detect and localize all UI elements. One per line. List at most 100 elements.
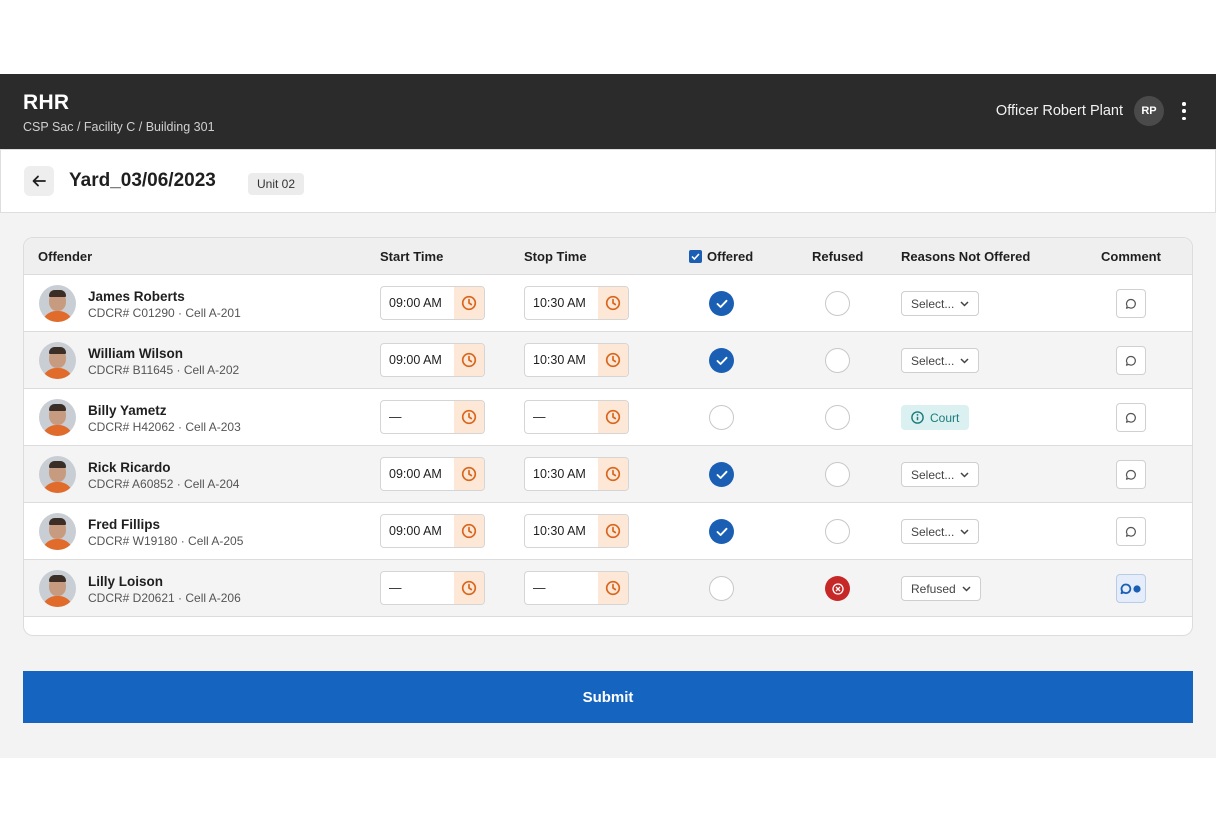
reason-select[interactable]: Refused xyxy=(901,576,981,601)
col-reasons: Reasons Not Offered xyxy=(901,249,1031,264)
clock-icon[interactable] xyxy=(598,344,628,376)
page-title: Yard_03/06/2023 xyxy=(69,170,216,191)
offered-checkbox[interactable] xyxy=(709,405,734,430)
table-row: Rick Ricardo CDCR# A60852 · Cell A-204 0… xyxy=(24,446,1192,503)
offender-photo xyxy=(39,456,76,493)
submit-button[interactable]: Submit xyxy=(23,671,1193,723)
offender-meta: CDCR# A60852 · Cell A-204 xyxy=(88,477,240,491)
reason-select[interactable]: Select... xyxy=(901,519,980,544)
reason-select[interactable]: Select... xyxy=(901,462,980,487)
offender-photo xyxy=(39,399,76,436)
col-offender: Offender xyxy=(38,249,93,264)
start-time-value: — xyxy=(389,410,402,424)
stop-time-value: 10:30 AM xyxy=(533,524,586,538)
reason-label: Refused xyxy=(911,581,956,596)
reason-label: Select... xyxy=(911,353,955,368)
offender-name: Lilly Loison xyxy=(88,574,164,589)
refused-checkbox[interactable] xyxy=(825,405,850,430)
refused-checkbox[interactable] xyxy=(825,291,850,316)
start-time-input[interactable]: 09:00 AM xyxy=(380,457,485,491)
clock-icon[interactable] xyxy=(598,458,628,490)
comment-button[interactable] xyxy=(1116,460,1146,489)
stop-time-input[interactable]: 10:30 AM xyxy=(524,343,629,377)
info-icon xyxy=(911,411,924,424)
avatar[interactable]: RP xyxy=(1134,96,1164,126)
table-row: James Roberts CDCR# C01290 · Cell A-201 … xyxy=(24,275,1192,332)
clock-icon[interactable] xyxy=(598,515,628,547)
clock-icon[interactable] xyxy=(454,458,484,490)
offender-photo xyxy=(39,570,76,607)
stop-time-input[interactable]: 10:30 AM xyxy=(524,286,629,320)
comment-button[interactable] xyxy=(1116,403,1146,432)
start-time-input[interactable]: 09:00 AM xyxy=(380,286,485,320)
refused-checkbox[interactable] xyxy=(825,462,850,487)
start-time-input[interactable]: — xyxy=(380,571,485,605)
refused-checkbox[interactable] xyxy=(825,519,850,544)
comment-button[interactable] xyxy=(1116,574,1146,603)
stop-time-value: — xyxy=(533,410,546,424)
col-start-time: Start Time xyxy=(380,249,444,264)
stop-time-input[interactable]: — xyxy=(524,571,629,605)
offender-name: James Roberts xyxy=(88,289,185,304)
chevron-down-icon xyxy=(962,585,971,592)
clock-icon[interactable] xyxy=(454,572,484,604)
offered-checkbox[interactable] xyxy=(709,519,734,544)
col-comment: Comment xyxy=(1101,249,1161,264)
clock-icon[interactable] xyxy=(454,344,484,376)
start-time-input[interactable]: 09:00 AM xyxy=(380,514,485,548)
offender-name: Fred Fillips xyxy=(88,517,161,532)
top-bar: RHR CSP Sac / Facility C / Building 301 … xyxy=(0,74,1216,149)
table-row: Fred Fillips CDCR# W19180 · Cell A-205 0… xyxy=(24,503,1192,560)
stop-time-value: 10:30 AM xyxy=(533,467,586,481)
reason-select[interactable]: Select... xyxy=(901,348,980,373)
arrow-left-icon xyxy=(32,175,46,187)
stop-time-input[interactable]: 10:30 AM xyxy=(524,457,629,491)
start-time-value: — xyxy=(389,581,402,595)
offender-table: Offender Start Time Stop Time Offered Re… xyxy=(23,237,1193,636)
offered-checkbox[interactable] xyxy=(709,348,734,373)
offered-checkbox[interactable] xyxy=(709,576,734,601)
clock-icon[interactable] xyxy=(454,287,484,319)
reason-select[interactable]: Select... xyxy=(901,291,980,316)
breadcrumb[interactable]: CSP Sac / Facility C / Building 301 xyxy=(23,120,215,134)
chevron-down-icon xyxy=(960,357,969,364)
clock-icon[interactable] xyxy=(598,287,628,319)
clock-icon[interactable] xyxy=(598,401,628,433)
col-offered[interactable]: Offered xyxy=(689,249,753,264)
clock-icon[interactable] xyxy=(454,515,484,547)
clock-icon[interactable] xyxy=(454,401,484,433)
chevron-down-icon xyxy=(960,471,969,478)
refused-checkbox[interactable] xyxy=(825,576,850,601)
start-time-input[interactable]: 09:00 AM xyxy=(380,343,485,377)
comment-button[interactable] xyxy=(1116,346,1146,375)
more-menu-icon[interactable] xyxy=(1176,102,1192,120)
stop-time-input[interactable]: 10:30 AM xyxy=(524,514,629,548)
officer-name: Officer Robert Plant xyxy=(995,103,1123,119)
back-button[interactable] xyxy=(24,166,54,196)
stop-time-value: 10:30 AM xyxy=(533,296,586,310)
stop-time-value: 10:30 AM xyxy=(533,353,586,367)
offered-checkbox[interactable] xyxy=(709,462,734,487)
stop-time-value: — xyxy=(533,581,546,595)
page-header: Yard_03/06/2023 Unit 02 xyxy=(0,149,1216,213)
stop-time-input[interactable]: — xyxy=(524,400,629,434)
comment-icon xyxy=(1125,298,1136,309)
comment-button[interactable] xyxy=(1116,517,1146,546)
select-all-checkbox[interactable] xyxy=(689,250,702,263)
reason-label: Select... xyxy=(911,524,955,539)
start-time-input[interactable]: — xyxy=(380,400,485,434)
comment-icon xyxy=(1125,469,1136,480)
table-row: Billy Yametz CDCR# H42062 · Cell A-203 —… xyxy=(24,389,1192,446)
refused-checkbox[interactable] xyxy=(825,348,850,373)
comment-icon xyxy=(1125,526,1136,537)
offender-photo xyxy=(39,513,76,550)
offered-checkbox[interactable] xyxy=(709,291,734,316)
table-row: Lilly Loison CDCR# D20621 · Cell A-206 —… xyxy=(24,560,1192,617)
clock-icon[interactable] xyxy=(598,572,628,604)
comment-active-icon xyxy=(1120,583,1141,594)
offender-meta: CDCR# B11645 · Cell A-202 xyxy=(88,363,240,377)
x-circle-icon xyxy=(831,582,844,595)
start-time-value: 09:00 AM xyxy=(389,524,442,538)
comment-button[interactable] xyxy=(1116,289,1146,318)
offender-meta: CDCR# D20621 · Cell A-206 xyxy=(88,591,241,605)
